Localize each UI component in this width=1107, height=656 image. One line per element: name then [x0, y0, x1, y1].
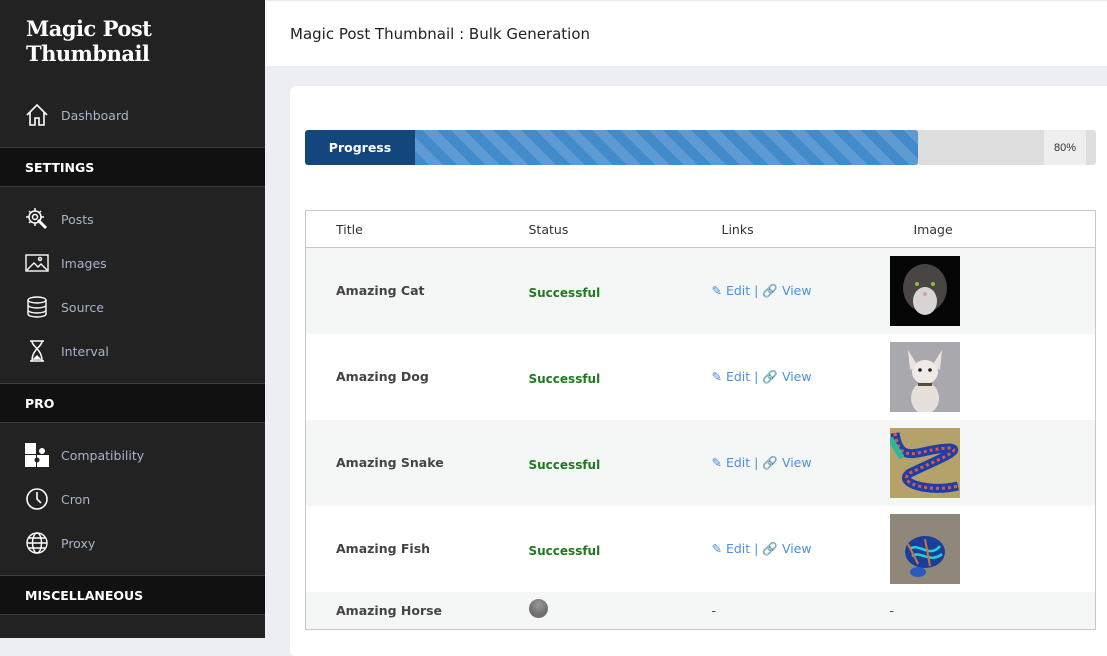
cat-thumbnail[interactable] — [889, 255, 960, 326]
table-row: Amazing Cat Successful ✎ Edit | 🔗 View — [305, 247, 1096, 334]
link-separator: | — [754, 540, 759, 556]
row-title: Amazing Dog — [336, 369, 429, 384]
row-image — [883, 419, 1096, 506]
row-title: Amazing Cat — [305, 247, 499, 334]
sidebar-item-label: Dashboard — [61, 107, 129, 123]
table-row: Amazing Snake Successful ✎ Edit | 🔗 View — [305, 419, 1096, 506]
sidebar-item-label: Interval — [61, 343, 109, 359]
section-miscellaneous: MISCELLANEOUS — [0, 575, 265, 615]
row-status — [498, 591, 692, 630]
sidebar-item-label: Proxy — [61, 535, 96, 551]
pencil-icon: ✎ — [711, 454, 722, 470]
image-icon — [25, 251, 49, 275]
sidebar-item-proxy[interactable]: Proxy — [0, 525, 265, 561]
edit-link[interactable]: Edit — [726, 455, 750, 470]
home-icon — [25, 103, 49, 127]
pencil-icon: ✎ — [711, 540, 722, 556]
sidebar-item-compatibility[interactable]: Compatibility — [0, 437, 265, 473]
sidebar-item-posts[interactable]: Posts — [0, 201, 265, 237]
row-image — [884, 334, 1096, 420]
col-status: Status — [498, 210, 692, 248]
sidebar: Magic Post Thumbnail Dashboard SETTINGS … — [0, 0, 265, 638]
progress-label: Progress — [305, 130, 415, 165]
row-status: Successful — [528, 371, 601, 386]
table-row: Amazing Horse - - — [305, 591, 1096, 630]
view-link[interactable]: View — [782, 455, 812, 470]
row-title: Amazing Snake — [305, 419, 499, 506]
globe-icon — [25, 531, 49, 555]
loading-spinner-icon — [528, 599, 548, 619]
sidebar-item-cron[interactable]: Cron — [0, 481, 265, 517]
sidebar-item-images[interactable]: Images — [0, 245, 265, 281]
link-separator: | — [754, 368, 759, 384]
row-image: - — [883, 591, 1096, 630]
row-links: ✎ Edit | 🔗 View — [692, 506, 884, 592]
col-title: Title — [305, 210, 499, 248]
section-title: PRO — [25, 395, 55, 411]
section-title: MISCELLANEOUS — [25, 587, 144, 603]
edit-link[interactable]: Edit — [726, 541, 750, 556]
progress-percent: 80% — [1044, 130, 1086, 165]
link-icon: 🔗 — [762, 368, 778, 384]
sidebar-item-label: Posts — [61, 211, 94, 227]
app-logo[interactable]: Magic Post Thumbnail — [26, 16, 265, 66]
clock-icon — [25, 487, 49, 511]
gear-wrench-icon — [25, 207, 49, 231]
page-title: Magic Post Thumbnail : Bulk Generation — [290, 25, 591, 43]
sidebar-item-label: Images — [61, 255, 107, 271]
edit-link[interactable]: Edit — [726, 283, 750, 298]
row-links: - — [691, 591, 884, 630]
table-row: Amazing Fish Successful ✎ Edit | 🔗 View — [306, 506, 1096, 592]
link-icon: 🔗 — [762, 454, 778, 470]
puzzle-icon — [25, 443, 49, 467]
view-link[interactable]: View — [782, 283, 812, 298]
database-icon — [25, 295, 49, 319]
results-table: Title Status Links Image Amazing Cat Suc… — [305, 210, 1096, 630]
row-status: Successful — [498, 419, 692, 506]
row-status: Successful — [498, 247, 692, 334]
col-image: Image — [883, 210, 1096, 248]
progress-fill — [415, 130, 918, 165]
section-settings: SETTINGS — [0, 147, 265, 187]
edit-link[interactable]: Edit — [726, 369, 750, 384]
hourglass-icon — [25, 339, 49, 363]
dog-thumbnail[interactable] — [889, 341, 960, 412]
sidebar-item-label: Source — [61, 299, 104, 315]
row-title: Amazing Horse — [305, 591, 499, 630]
link-icon: 🔗 — [762, 282, 778, 298]
link-separator: | — [754, 454, 759, 470]
row-title: Amazing Fish — [336, 541, 431, 556]
sidebar-item-label: Compatibility — [61, 447, 145, 463]
section-title: SETTINGS — [25, 159, 95, 175]
row-links: ✎ Edit | 🔗 View — [692, 334, 884, 420]
row-links: ✎ Edit | 🔗 View — [691, 419, 884, 506]
pencil-icon: ✎ — [711, 368, 722, 384]
pencil-icon: ✎ — [711, 282, 722, 298]
section-pro: PRO — [0, 383, 265, 423]
link-icon: 🔗 — [762, 540, 778, 556]
sidebar-item-interval[interactable]: Interval — [0, 333, 265, 369]
link-separator: | — [754, 282, 759, 298]
table-header-row: Title Status Links Image — [305, 210, 1096, 248]
table-row: Amazing Dog Successful ✎ Edit | 🔗 View — [306, 334, 1096, 420]
snake-thumbnail[interactable] — [889, 427, 960, 498]
sidebar-item-dashboard[interactable]: Dashboard — [0, 97, 265, 133]
row-status: Successful — [528, 543, 601, 558]
row-image — [884, 506, 1096, 592]
page-header: Magic Post Thumbnail : Bulk Generation — [265, 0, 1107, 66]
view-link[interactable]: View — [782, 369, 812, 384]
progress-bar: Progress 80% — [305, 130, 1096, 165]
sidebar-item-label: Cron — [61, 491, 91, 507]
row-links: ✎ Edit | 🔗 View — [691, 247, 884, 334]
sidebar-item-source[interactable]: Source — [0, 289, 265, 325]
col-links: Links — [691, 210, 884, 248]
fish-thumbnail[interactable] — [889, 513, 960, 584]
row-image — [883, 247, 1096, 334]
view-link[interactable]: View — [782, 541, 812, 556]
